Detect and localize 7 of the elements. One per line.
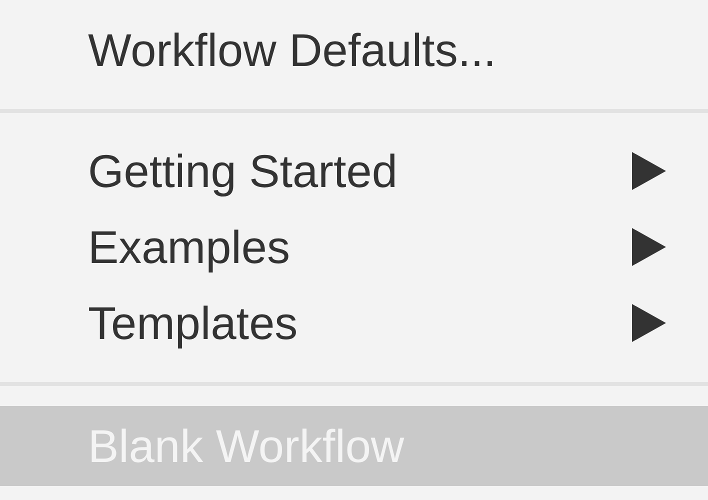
submenu-arrow-icon xyxy=(632,152,666,190)
menu-item[interactable]: Workflow Defaults... xyxy=(0,12,708,88)
submenu-arrow-icon xyxy=(632,304,666,342)
submenu-arrow-icon xyxy=(632,228,666,266)
menu-item[interactable]: Examples xyxy=(0,209,708,285)
menu-item[interactable]: Templates xyxy=(0,285,708,361)
menu-item[interactable]: Getting Started xyxy=(0,133,708,209)
